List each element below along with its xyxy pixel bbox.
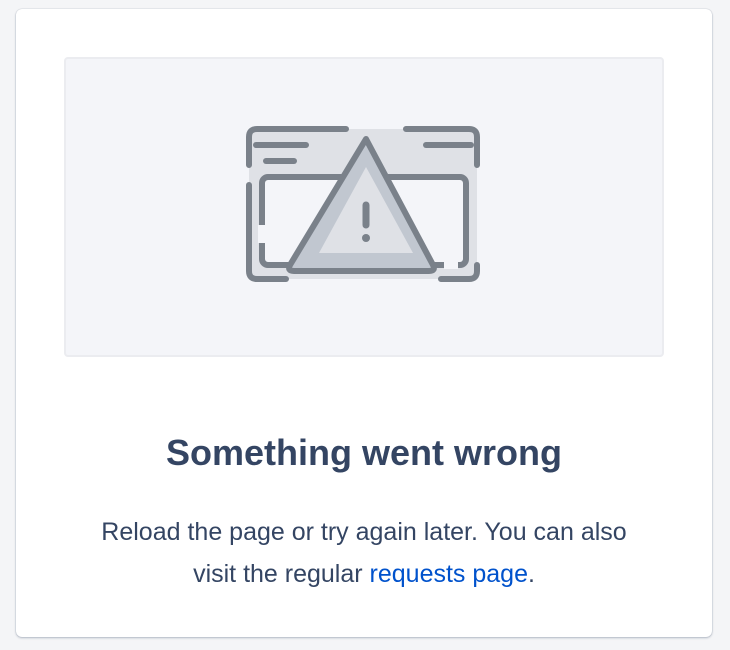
error-message-text: Reload the page or try again later. You … <box>101 518 627 588</box>
error-card: Something went wrong Reload the page or … <box>16 9 712 637</box>
illustration-container <box>64 57 664 357</box>
browser-warning-icon <box>246 126 480 282</box>
error-message: Reload the page or try again later. You … <box>86 511 642 595</box>
error-title: Something went wrong <box>166 432 562 473</box>
error-message-period: . <box>527 560 535 588</box>
requests-page-link[interactable]: requests page <box>370 560 528 588</box>
